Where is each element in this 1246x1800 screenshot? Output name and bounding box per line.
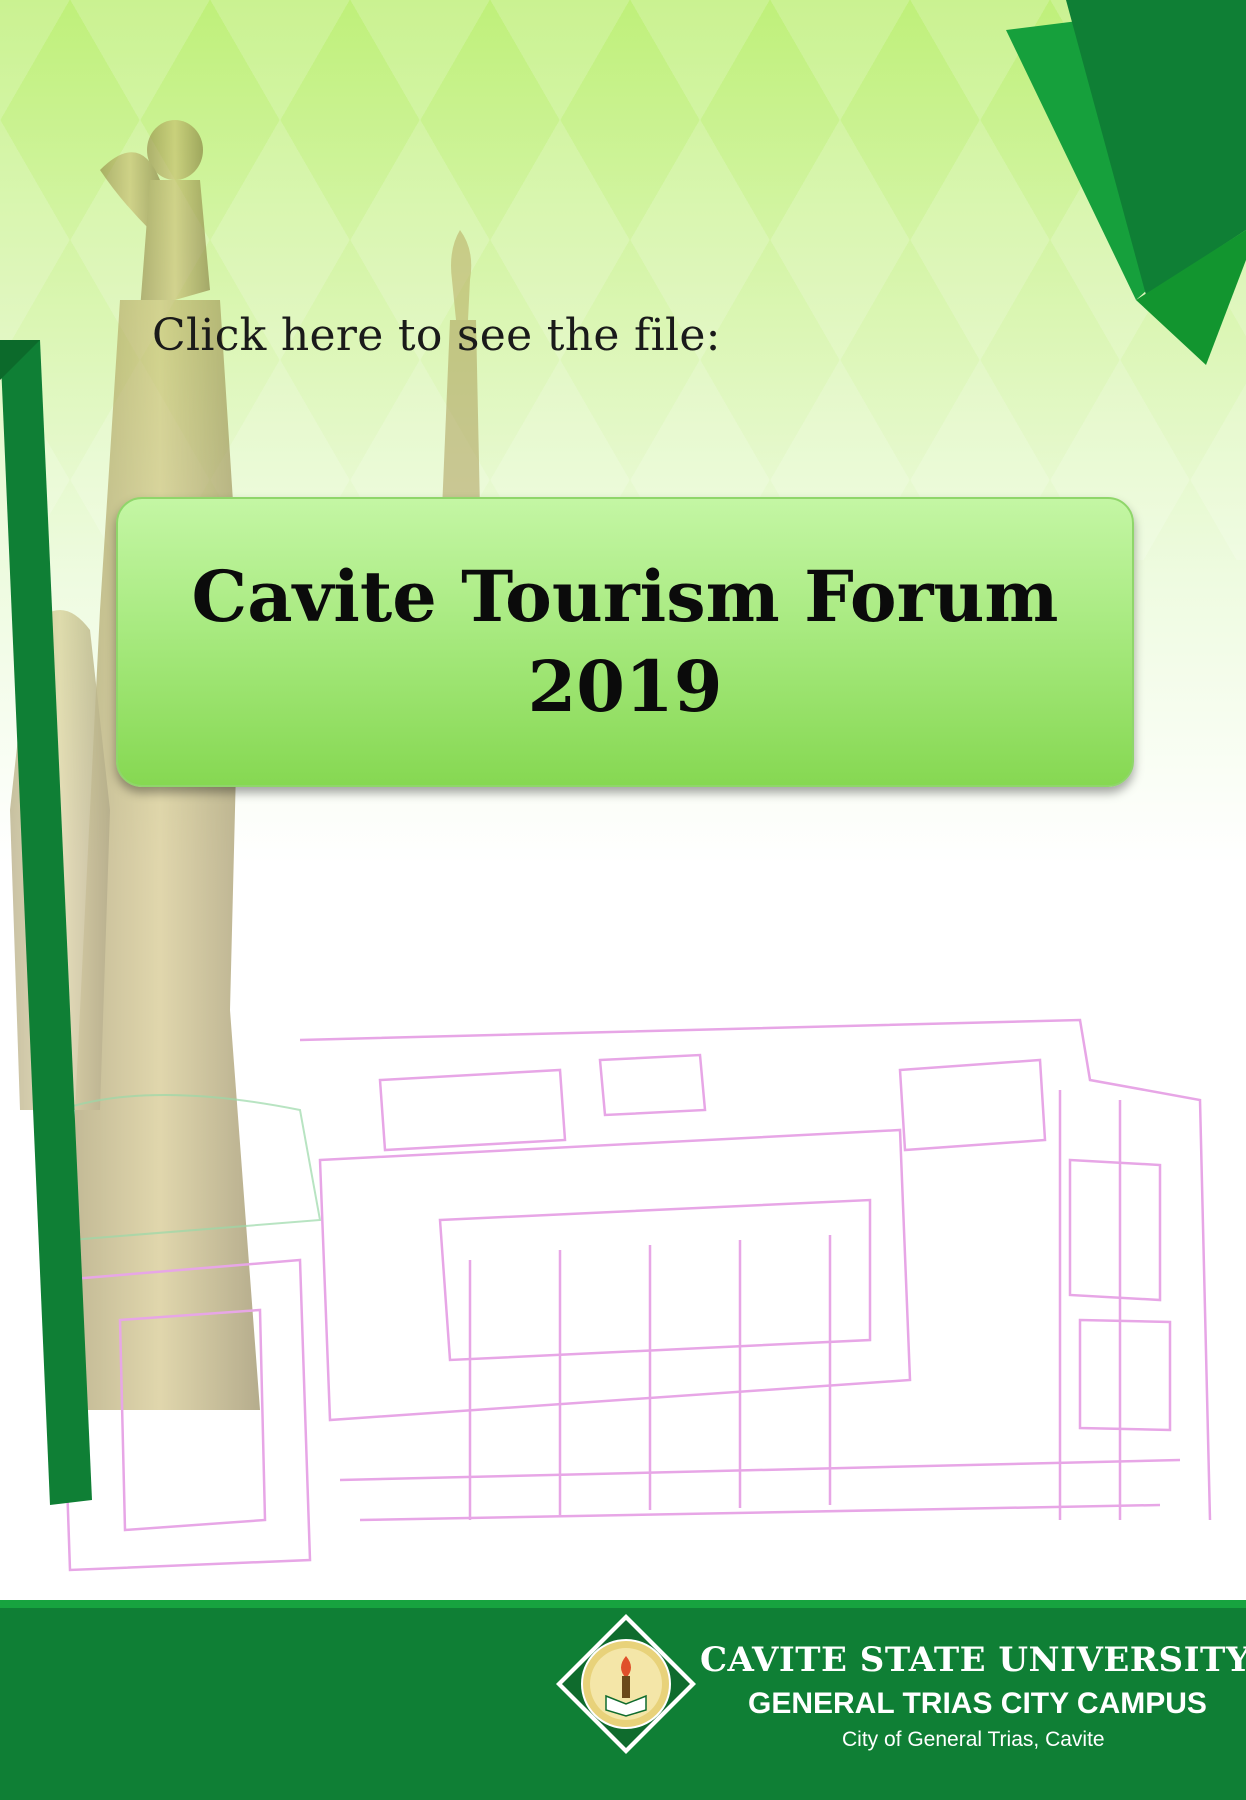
- file-title-line1: Cavite Tourism Forum: [191, 555, 1059, 638]
- torch-statue-image: [442, 230, 480, 510]
- campus-name: GENERAL TRIAS CITY CAMPUS: [748, 1687, 1207, 1720]
- corner-decoration: [1006, 0, 1246, 365]
- open-file-button[interactable]: Cavite Tourism Forum 2019: [116, 497, 1134, 787]
- file-title: Cavite Tourism Forum 2019: [192, 552, 1059, 732]
- link-caption: Click here to see the file:: [152, 310, 721, 361]
- campus-building-outline: [58, 1018, 1212, 1572]
- campus-city: City of General Trias, Cavite: [842, 1728, 1105, 1751]
- university-seal-icon: [556, 1614, 696, 1754]
- document-page: Click here to see the file: Cavite Touri…: [0, 0, 1246, 1800]
- file-title-line2: 2019: [527, 645, 723, 728]
- university-name: CAVITE STATE UNIVERSITY: [700, 1640, 1246, 1680]
